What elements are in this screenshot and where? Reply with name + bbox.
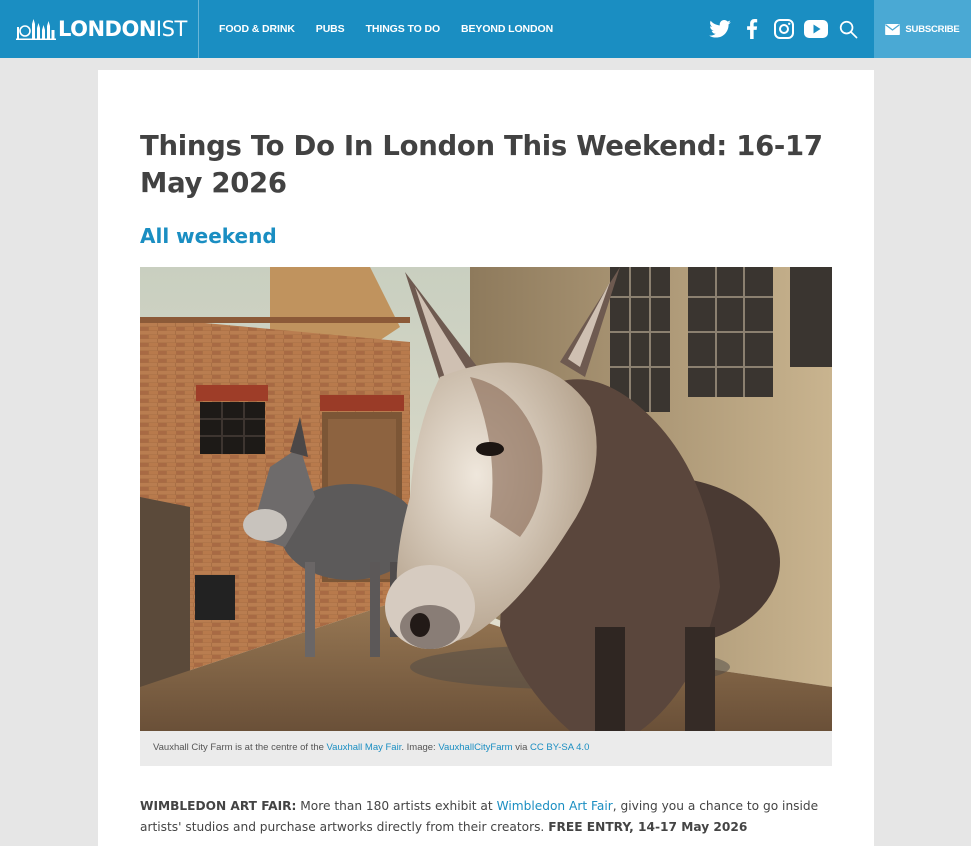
listing-label: WIMBLEDON ART FAIR:	[140, 799, 297, 813]
nav-beyond-london[interactable]: BEYOND LONDON	[461, 23, 553, 35]
caption-link-vauxhall-may-fair[interactable]: Vauxhall May Fair	[327, 742, 402, 753]
social-links	[708, 16, 868, 42]
instagram-icon[interactable]	[772, 17, 796, 41]
listing-footer: FREE ENTRY, 14-17 May 2026	[548, 820, 748, 834]
article-photo	[140, 267, 832, 731]
page-title: Things To Do In London This Weekend: 16-…	[140, 130, 823, 199]
caption-text: Vauxhall City Farm is at the centre of t…	[153, 742, 327, 753]
listing-item: WIMBLEDON ART FAIR: More than 180 artist…	[140, 796, 832, 838]
twitter-icon[interactable]	[708, 17, 732, 41]
listing-link-wimbledon-art-fair[interactable]: Wimbledon Art Fair	[497, 799, 613, 813]
logo-wordmark: LONDONIST	[58, 17, 187, 41]
search-icon[interactable]	[836, 17, 860, 41]
main-nav: FOOD & DRINK PUBS THINGS TO DO BEYOND LO…	[219, 0, 574, 58]
nav-pubs[interactable]: PUBS	[316, 23, 345, 35]
nav-food-drink[interactable]: FOOD & DRINK	[219, 23, 295, 35]
caption-text: . Image:	[401, 742, 439, 753]
header-divider	[198, 0, 199, 58]
section-heading: All weekend	[140, 224, 277, 248]
caption-link-license[interactable]: CC BY-SA 4.0	[530, 742, 589, 753]
subscribe-button[interactable]: SUBSCRIBE	[874, 0, 971, 58]
photo-caption: Vauxhall City Farm is at the centre of t…	[140, 731, 832, 766]
skyline-logo-icon	[16, 19, 56, 40]
site-logo[interactable]: LONDONIST	[16, 16, 187, 42]
nav-things-to-do[interactable]: THINGS TO DO	[366, 23, 441, 35]
envelope-icon	[885, 23, 901, 35]
donkeys-photo	[140, 267, 832, 731]
facebook-icon[interactable]	[740, 17, 764, 41]
article-card: Things To Do In London This Weekend: 16-…	[98, 70, 874, 846]
youtube-icon[interactable]	[804, 17, 828, 41]
caption-link-vauxhallcityfarm[interactable]: VauxhallCityFarm	[438, 742, 512, 753]
subscribe-label: SUBSCRIBE	[905, 23, 960, 35]
listing-text: More than 180 artists exhibit at	[296, 799, 497, 813]
site-header: LONDONIST FOOD & DRINK PUBS THINGS TO DO…	[0, 0, 971, 58]
caption-text: via	[512, 742, 531, 753]
